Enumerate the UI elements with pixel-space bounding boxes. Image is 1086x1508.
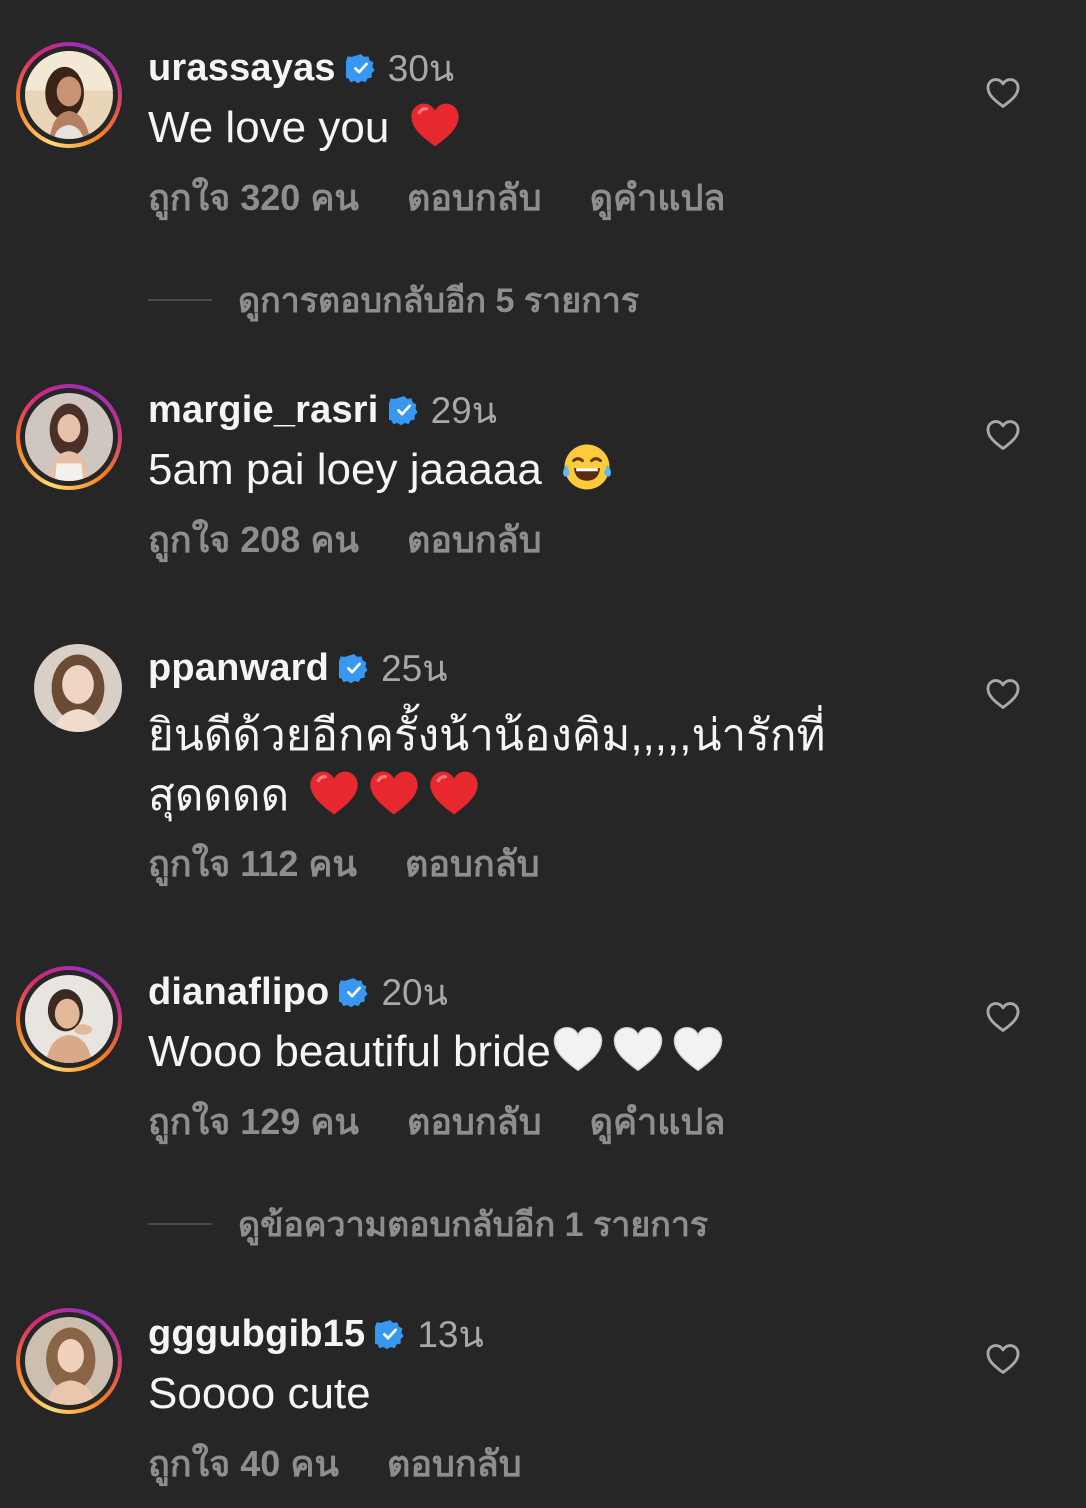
comment-text-content: Wooo beautiful bride [148,1027,551,1076]
verified-badge-icon [339,977,369,1007]
reply-button[interactable]: ตอบกลับ [407,169,542,226]
translate-button[interactable]: ดูคำแปล [590,1093,726,1150]
avatar-photo-icon [25,975,113,1063]
likes-count[interactable]: ถูกใจ 208 คน [148,511,359,568]
view-more-replies-label: ดูการตอบกลับอีก 5 รายการ [238,282,640,320]
comment-text-content: We love you [148,103,390,152]
username[interactable]: gggubgib15 [148,1313,365,1356]
reply-button[interactable]: ตอบกลับ [405,835,540,892]
translate-button[interactable]: ดูคำแปล [590,169,726,226]
verified-badge-icon [339,653,369,683]
avatar[interactable] [16,1308,122,1414]
avatar[interactable] [16,384,122,490]
reply-button[interactable]: ตอบกลับ [407,1093,542,1150]
avatar-photo-icon [25,51,113,139]
verified-badge-icon [346,53,376,83]
white-heart-emoji-icon [671,1022,725,1076]
view-more-replies[interactable]: ดูข้อความตอบกลับอีก 1 รายการ [148,1202,708,1246]
likes-count[interactable]: ถูกใจ 320 คน [148,169,359,226]
comment-text: Wooo beautiful bride [148,1022,948,1082]
comment-actions: ถูกใจ 40 คน ตอบกลับ [148,1438,570,1488]
verified-badge-icon [389,395,419,425]
comment-text: Soooo cute [148,1364,948,1424]
avatar[interactable] [16,966,122,1072]
comment-actions: ถูกใจ 208 คน ตอบกลับ [148,514,590,564]
comment-header: margie_rasri 29น [148,386,497,434]
likes-count[interactable]: ถูกใจ 112 คน [148,835,357,892]
comment-text-content: ยินดีด้วยอีกครั้งน้าน้องคิม,,,,,น่ารักที… [148,711,826,820]
white-heart-emoji-icon [611,1022,665,1076]
like-heart-icon[interactable] [984,998,1022,1036]
likes-count[interactable]: ถูกใจ 40 คน [148,1435,339,1492]
comment-text: ยินดีด้วยอีกครั้งน้าน้องคิม,,,,,น่ารักที… [148,706,868,826]
divider-line [148,1223,212,1225]
comment-header: dianaflipo 20น [148,968,448,1016]
red-heart-emoji-icon [307,766,361,820]
red-heart-emoji-icon [408,98,462,152]
comment-actions: ถูกใจ 320 คน ตอบกลับ ดูคำแปล [148,172,773,222]
comment-text: We love you [148,98,948,158]
avatar-photo-icon [25,1317,113,1405]
like-heart-icon[interactable] [984,1340,1022,1378]
avatar-photo-icon [25,393,113,481]
like-heart-icon[interactable] [984,675,1022,713]
view-more-replies[interactable]: ดูการตอบกลับอีก 5 รายการ [148,278,639,322]
comment-text-content: 5am pai loey jaaaaa [148,445,542,494]
reply-button[interactable]: ตอบกลับ [387,1435,522,1492]
divider-line [148,299,212,301]
red-heart-emoji-icon [367,766,421,820]
comment-text: 5am pai loey jaaaaa [148,440,948,500]
username[interactable]: urassayas [148,47,336,90]
username[interactable]: margie_rasri [148,389,379,432]
comment-actions: ถูกใจ 112 คน ตอบกลับ [148,838,588,888]
white-heart-emoji-icon [551,1022,605,1076]
timestamp: 13น [417,1313,484,1355]
reply-button[interactable]: ตอบกลับ [407,511,542,568]
view-more-replies-label: ดูข้อความตอบกลับอีก 1 รายการ [238,1206,709,1244]
comment-header: gggubgib15 13น [148,1310,484,1358]
username[interactable]: dianaflipo [148,971,329,1014]
timestamp: 29น [430,389,498,431]
face-with-tears-of-joy-emoji-icon [560,440,614,494]
red-heart-emoji-icon [427,766,481,820]
like-heart-icon[interactable] [984,74,1022,112]
comment-header: urassayas 30น [148,44,454,92]
like-heart-icon[interactable] [984,416,1022,454]
username[interactable]: ppanward [148,647,329,690]
avatar[interactable] [16,42,122,148]
avatar[interactable] [34,644,122,732]
comment-text-content: Soooo cute [148,1369,371,1418]
timestamp: 20น [381,971,448,1013]
comment-actions: ถูกใจ 129 คน ตอบกลับ ดูคำแปล [148,1096,773,1146]
comment-header: ppanward 25น [148,644,448,692]
timestamp: 25น [381,647,448,689]
likes-count[interactable]: ถูกใจ 129 คน [148,1093,359,1150]
timestamp: 30น [387,47,455,89]
verified-badge-icon [375,1319,405,1349]
avatar-photo-icon [34,644,122,732]
